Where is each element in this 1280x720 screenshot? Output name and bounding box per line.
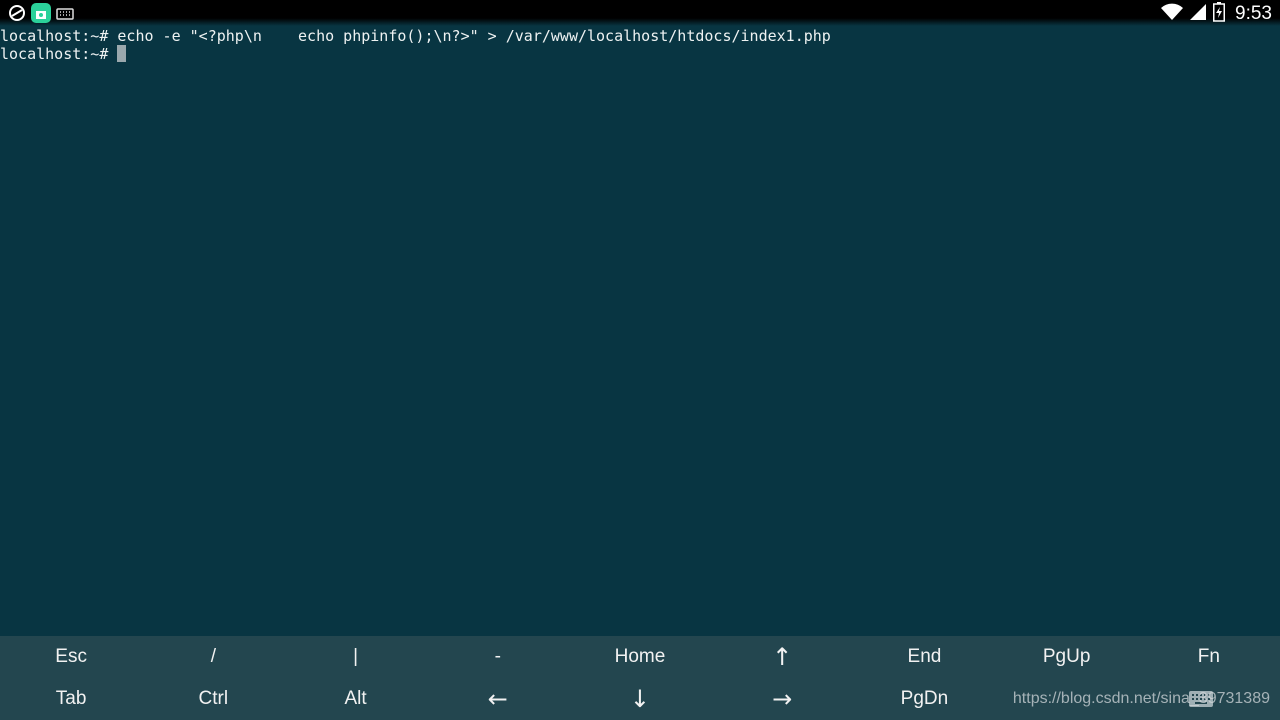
- terminal-cursor: [117, 45, 127, 62]
- battery-icon: [1213, 2, 1226, 26]
- key-fn[interactable]: Fn: [1138, 636, 1280, 678]
- key-right-arrow[interactable]: →: [711, 678, 853, 720]
- wifi-icon: [1161, 3, 1184, 25]
- key-end[interactable]: End: [853, 636, 995, 678]
- terminal-line: localhost:~# echo -e "<?php\n echo phpin…: [0, 27, 831, 45]
- key-tab[interactable]: Tab: [0, 678, 142, 720]
- watermark: https://blog.csdn.net/sina_39731389: [1012, 690, 1270, 707]
- key-esc[interactable]: Esc: [0, 636, 142, 678]
- key-up-arrow[interactable]: ↑: [711, 636, 853, 678]
- key-ctrl[interactable]: Ctrl: [142, 678, 284, 720]
- key-pgdn[interactable]: PgDn: [853, 678, 995, 720]
- key-slash[interactable]: /: [142, 636, 284, 678]
- extra-keys-row-1: Esc / | - Home ↑ End PgUp Fn: [0, 636, 1280, 678]
- key-dash[interactable]: -: [427, 636, 569, 678]
- key-down-arrow[interactable]: ↓: [569, 678, 711, 720]
- notification-icons: [8, 2, 74, 28]
- key-pipe[interactable]: |: [284, 636, 426, 678]
- signal-icon: [1189, 3, 1207, 25]
- app-notification-icon: [30, 2, 52, 28]
- clock: 9:53: [1235, 3, 1272, 24]
- key-alt[interactable]: Alt: [284, 678, 426, 720]
- key-pgup[interactable]: PgUp: [996, 636, 1138, 678]
- sync-icon: [8, 4, 26, 26]
- key-home[interactable]: Home: [569, 636, 711, 678]
- terminal-prompt: localhost:~#: [0, 45, 118, 63]
- keyboard-icon: [56, 6, 74, 25]
- terminal-prompt-line[interactable]: localhost:~#: [0, 45, 1280, 63]
- terminal-output[interactable]: localhost:~# echo -e "<?php\n echo phpin…: [0, 27, 1280, 635]
- system-icons: 9:53: [1161, 2, 1272, 26]
- status-bar: 9:53: [0, 0, 1280, 26]
- key-left-arrow[interactable]: ←: [427, 678, 569, 720]
